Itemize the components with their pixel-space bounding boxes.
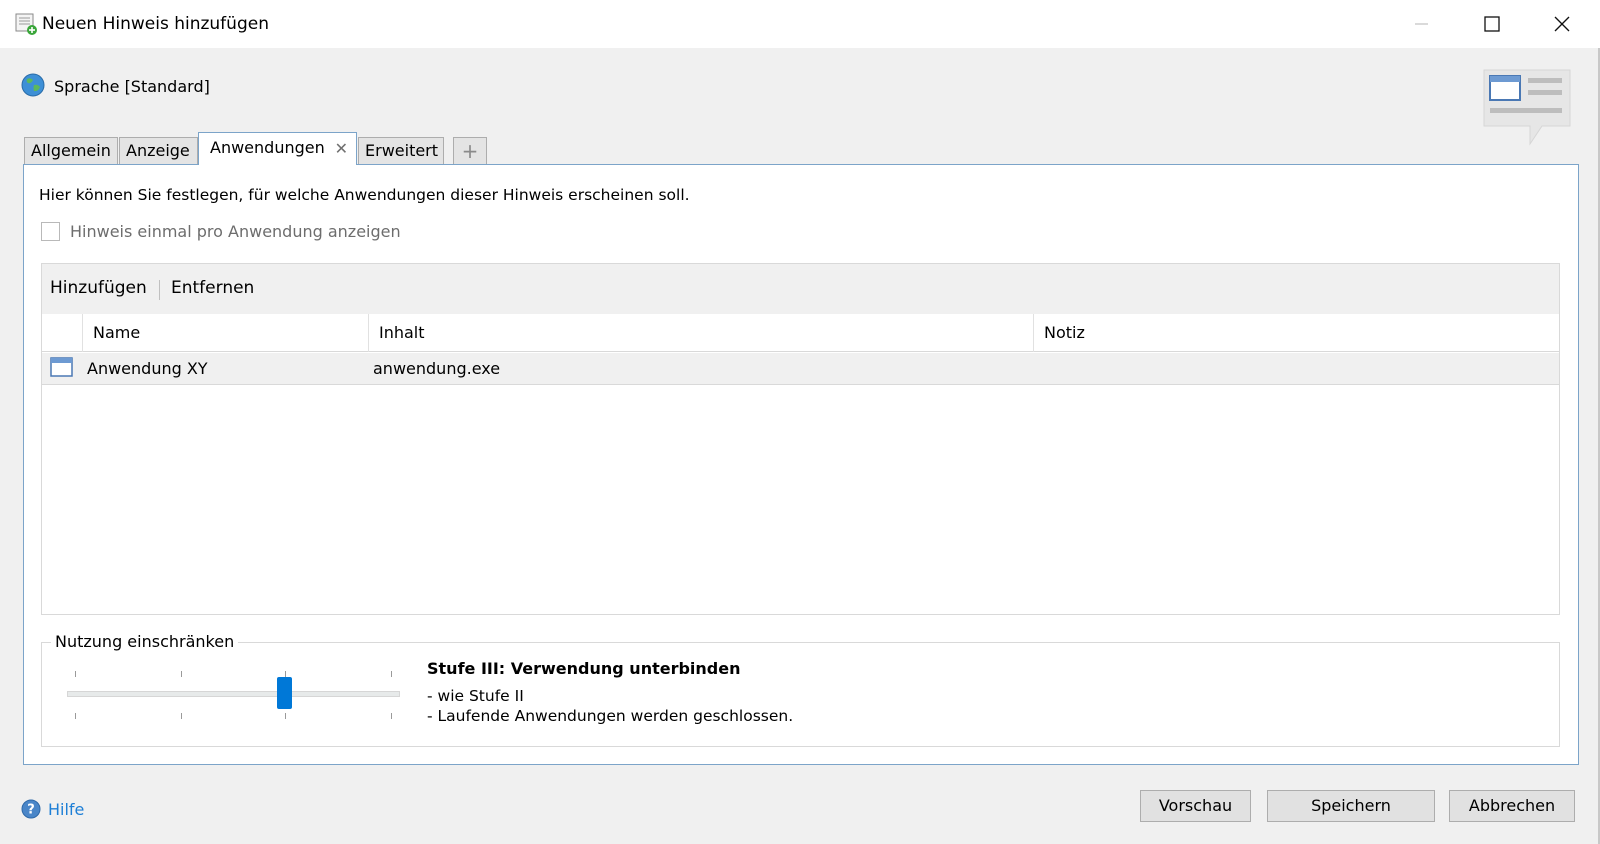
tab-close-icon[interactable]: ✕	[335, 134, 348, 164]
window-title: Neuen Hinweis hinzufügen	[42, 14, 269, 34]
column-separator	[82, 314, 83, 352]
level-description-line: - wie Stufe II	[427, 687, 524, 705]
add-tab-button[interactable]: +	[453, 137, 487, 164]
help-link[interactable]: Hilfe	[48, 799, 84, 821]
column-separator[interactable]	[1033, 314, 1034, 352]
list-toolbar	[42, 264, 1559, 314]
add-button[interactable]: Hinzufügen	[50, 276, 147, 300]
slider-tick	[75, 713, 76, 719]
slider-tick	[75, 671, 76, 677]
close-icon	[1554, 16, 1570, 32]
tab-anwendungen[interactable]: Anwendungen ✕	[198, 132, 357, 165]
grid-header	[42, 314, 1559, 352]
slider-tick	[181, 713, 182, 719]
toolbar-separator	[159, 280, 160, 300]
minimize-icon	[1415, 23, 1428, 25]
restriction-legend: Nutzung einschränken	[51, 631, 239, 653]
restriction-slider-thumb[interactable]	[277, 677, 292, 709]
cell-inhalt: anwendung.exe	[373, 359, 501, 378]
svg-text:?: ?	[27, 803, 35, 818]
remove-button[interactable]: Entfernen	[171, 276, 254, 300]
slider-tick	[181, 671, 182, 677]
language-label[interactable]: Sprache [Standard]	[54, 76, 210, 98]
cancel-button[interactable]: Abbrechen	[1449, 790, 1575, 822]
level-description-line: - Laufende Anwendungen werden geschlosse…	[427, 707, 794, 725]
panel-description: Hier können Sie festlegen, für welche An…	[39, 186, 690, 204]
level-title: Stufe III: Verwendung unterbinden	[427, 659, 741, 678]
help-icon[interactable]: ?	[21, 799, 41, 819]
table-row[interactable]	[42, 353, 1559, 385]
globe-icon	[21, 73, 45, 97]
slider-tick	[391, 671, 392, 677]
tab-erweitert[interactable]: Erweitert	[358, 137, 444, 164]
close-button[interactable]	[1527, 0, 1597, 48]
once-per-app-checkbox[interactable]	[41, 222, 60, 241]
note-add-icon	[14, 12, 38, 36]
once-per-app-label[interactable]: Hinweis einmal pro Anwendung anzeigen	[70, 221, 401, 243]
slider-tick	[391, 713, 392, 719]
tab-anwendungen-label: Anwendungen	[210, 138, 325, 157]
window-app-icon	[50, 357, 73, 377]
preview-button[interactable]: Vorschau	[1140, 790, 1251, 822]
maximize-button[interactable]	[1457, 0, 1527, 48]
tab-allgemein[interactable]: Allgemein	[24, 137, 118, 164]
column-separator[interactable]	[368, 314, 369, 352]
column-header-notiz[interactable]: Notiz	[1044, 314, 1085, 352]
save-button[interactable]: Speichern	[1267, 790, 1435, 822]
minimize-button[interactable]	[1387, 0, 1457, 48]
restriction-slider-track[interactable]	[67, 691, 400, 697]
column-header-name[interactable]: Name	[93, 314, 140, 352]
cell-name: Anwendung XY	[87, 359, 208, 378]
speech-bubble-window-icon	[1480, 68, 1580, 156]
maximize-icon	[1484, 16, 1500, 32]
column-header-inhalt[interactable]: Inhalt	[379, 314, 425, 352]
slider-tick	[285, 713, 286, 719]
tab-anzeige[interactable]: Anzeige	[119, 137, 198, 164]
